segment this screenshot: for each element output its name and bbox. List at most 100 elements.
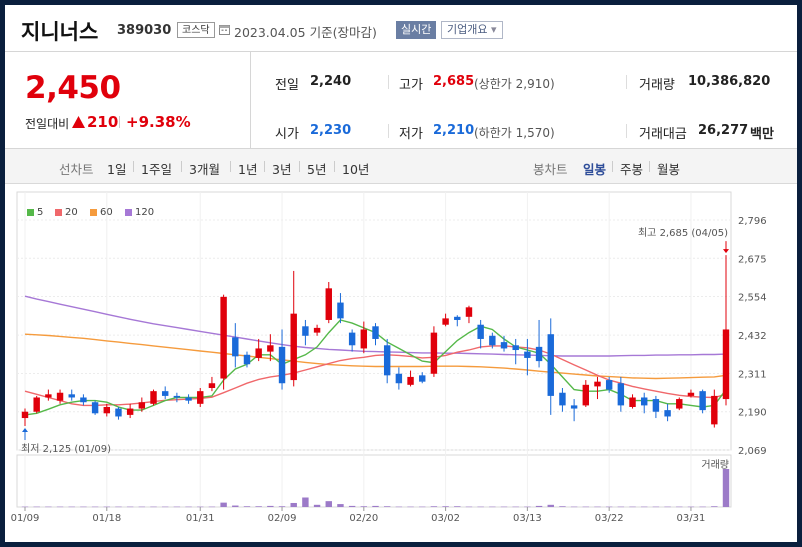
volume-bar bbox=[173, 506, 181, 508]
volume-bar bbox=[676, 506, 683, 508]
candle-body bbox=[442, 318, 449, 325]
candle-body bbox=[80, 397, 87, 403]
candle-body bbox=[302, 326, 309, 336]
candle-body bbox=[687, 392, 695, 396]
candle-body bbox=[699, 391, 706, 411]
volume-bar bbox=[115, 506, 122, 508]
volume-bar bbox=[535, 505, 543, 507]
candle-body bbox=[454, 316, 461, 320]
volume-bar bbox=[383, 506, 391, 507]
volume-label: 거래량 bbox=[701, 459, 729, 471]
volume-bar bbox=[477, 506, 484, 508]
volume-bar bbox=[442, 506, 449, 507]
candle-body bbox=[535, 346, 543, 362]
candle-body bbox=[91, 402, 99, 414]
y-tick-label: 2,554 bbox=[738, 293, 767, 304]
x-tick-label: 01/18 bbox=[92, 513, 121, 524]
volume-bar bbox=[454, 506, 461, 507]
candle-body bbox=[372, 326, 379, 339]
candle-body bbox=[582, 384, 590, 406]
volume-bar bbox=[664, 506, 671, 508]
candle-body bbox=[489, 335, 496, 346]
candle-body bbox=[430, 332, 438, 374]
candle-body bbox=[711, 395, 718, 425]
candle-body bbox=[208, 383, 216, 388]
volume-bar bbox=[208, 506, 216, 508]
candle-body bbox=[559, 392, 566, 406]
volume-bar bbox=[395, 506, 403, 508]
volume-bar bbox=[500, 506, 508, 508]
volume-bar bbox=[302, 497, 309, 507]
volume-bar bbox=[722, 469, 730, 507]
volume-bar bbox=[161, 506, 169, 508]
x-tick-label: 03/22 bbox=[595, 513, 624, 524]
volume-bar bbox=[185, 506, 192, 508]
candle-body bbox=[290, 313, 297, 381]
volume-bar bbox=[325, 501, 332, 507]
price-chart: 2,796 2,675 2,554 2,432 2,311 2,190 2,069 01/09… bbox=[11, 191, 767, 524]
volume-bar bbox=[430, 506, 438, 507]
volume-bar bbox=[150, 506, 157, 508]
candle-body bbox=[255, 348, 262, 358]
volume-bar bbox=[489, 506, 496, 508]
volume-bar bbox=[687, 506, 695, 508]
volume-bar bbox=[372, 505, 379, 507]
candle-body bbox=[68, 394, 75, 398]
volume-bar bbox=[617, 506, 625, 508]
candle-body bbox=[512, 345, 519, 351]
volume-bar bbox=[290, 502, 297, 507]
candle-body bbox=[243, 354, 251, 365]
volume-bar bbox=[594, 506, 601, 508]
candle-body bbox=[383, 345, 391, 376]
candle-body bbox=[419, 375, 426, 382]
candle-body bbox=[150, 391, 157, 404]
volume-bar bbox=[419, 506, 426, 508]
volume-bar bbox=[337, 504, 344, 507]
candle-body bbox=[115, 408, 122, 417]
x-tick-label: 03/13 bbox=[513, 513, 542, 524]
candle-body bbox=[652, 399, 660, 412]
y-tick-label: 2,190 bbox=[738, 408, 767, 419]
x-tick-label: 01/09 bbox=[11, 513, 40, 524]
candle-body bbox=[33, 397, 40, 412]
volume-bar bbox=[278, 506, 286, 507]
candle-body bbox=[21, 411, 29, 419]
volume-bar bbox=[267, 505, 274, 507]
x-tick-label: 02/09 bbox=[268, 513, 297, 524]
y-tick-label: 2,311 bbox=[738, 369, 767, 380]
volume-bar bbox=[21, 506, 29, 508]
candle-body bbox=[524, 351, 531, 358]
candle-body bbox=[56, 392, 64, 401]
candle-body bbox=[267, 345, 274, 352]
candle-body bbox=[325, 288, 332, 320]
volume-bar bbox=[313, 504, 321, 507]
candle-body bbox=[360, 329, 368, 349]
volume-bar bbox=[582, 506, 590, 508]
volume-bar bbox=[348, 505, 356, 507]
volume-area bbox=[16, 454, 732, 508]
candle-body bbox=[641, 397, 648, 406]
volume-bar bbox=[699, 506, 706, 508]
candle-body bbox=[220, 296, 227, 379]
volume-bar bbox=[605, 506, 613, 508]
volume-bar bbox=[220, 502, 227, 507]
volume-bar bbox=[641, 506, 648, 508]
volume-bar bbox=[68, 506, 75, 508]
y-tick-label: 2,432 bbox=[738, 331, 767, 342]
x-tick-label: 01/31 bbox=[186, 513, 215, 524]
high-annotation-arrowhead bbox=[723, 249, 729, 254]
volume-bar bbox=[547, 504, 554, 507]
candle-body bbox=[173, 395, 181, 398]
y-tick-label: 2,675 bbox=[738, 254, 767, 265]
candle-body bbox=[477, 324, 484, 339]
volume-bar bbox=[255, 506, 262, 507]
candle-body bbox=[337, 302, 344, 319]
x-tick-label: 02/20 bbox=[349, 513, 378, 524]
volume-bar bbox=[711, 506, 718, 507]
candle-body bbox=[500, 342, 508, 349]
volume-bar bbox=[91, 506, 99, 508]
candle-body bbox=[664, 410, 671, 417]
candle-body bbox=[629, 397, 636, 407]
candle-body bbox=[185, 397, 192, 401]
candle-body bbox=[617, 383, 625, 406]
